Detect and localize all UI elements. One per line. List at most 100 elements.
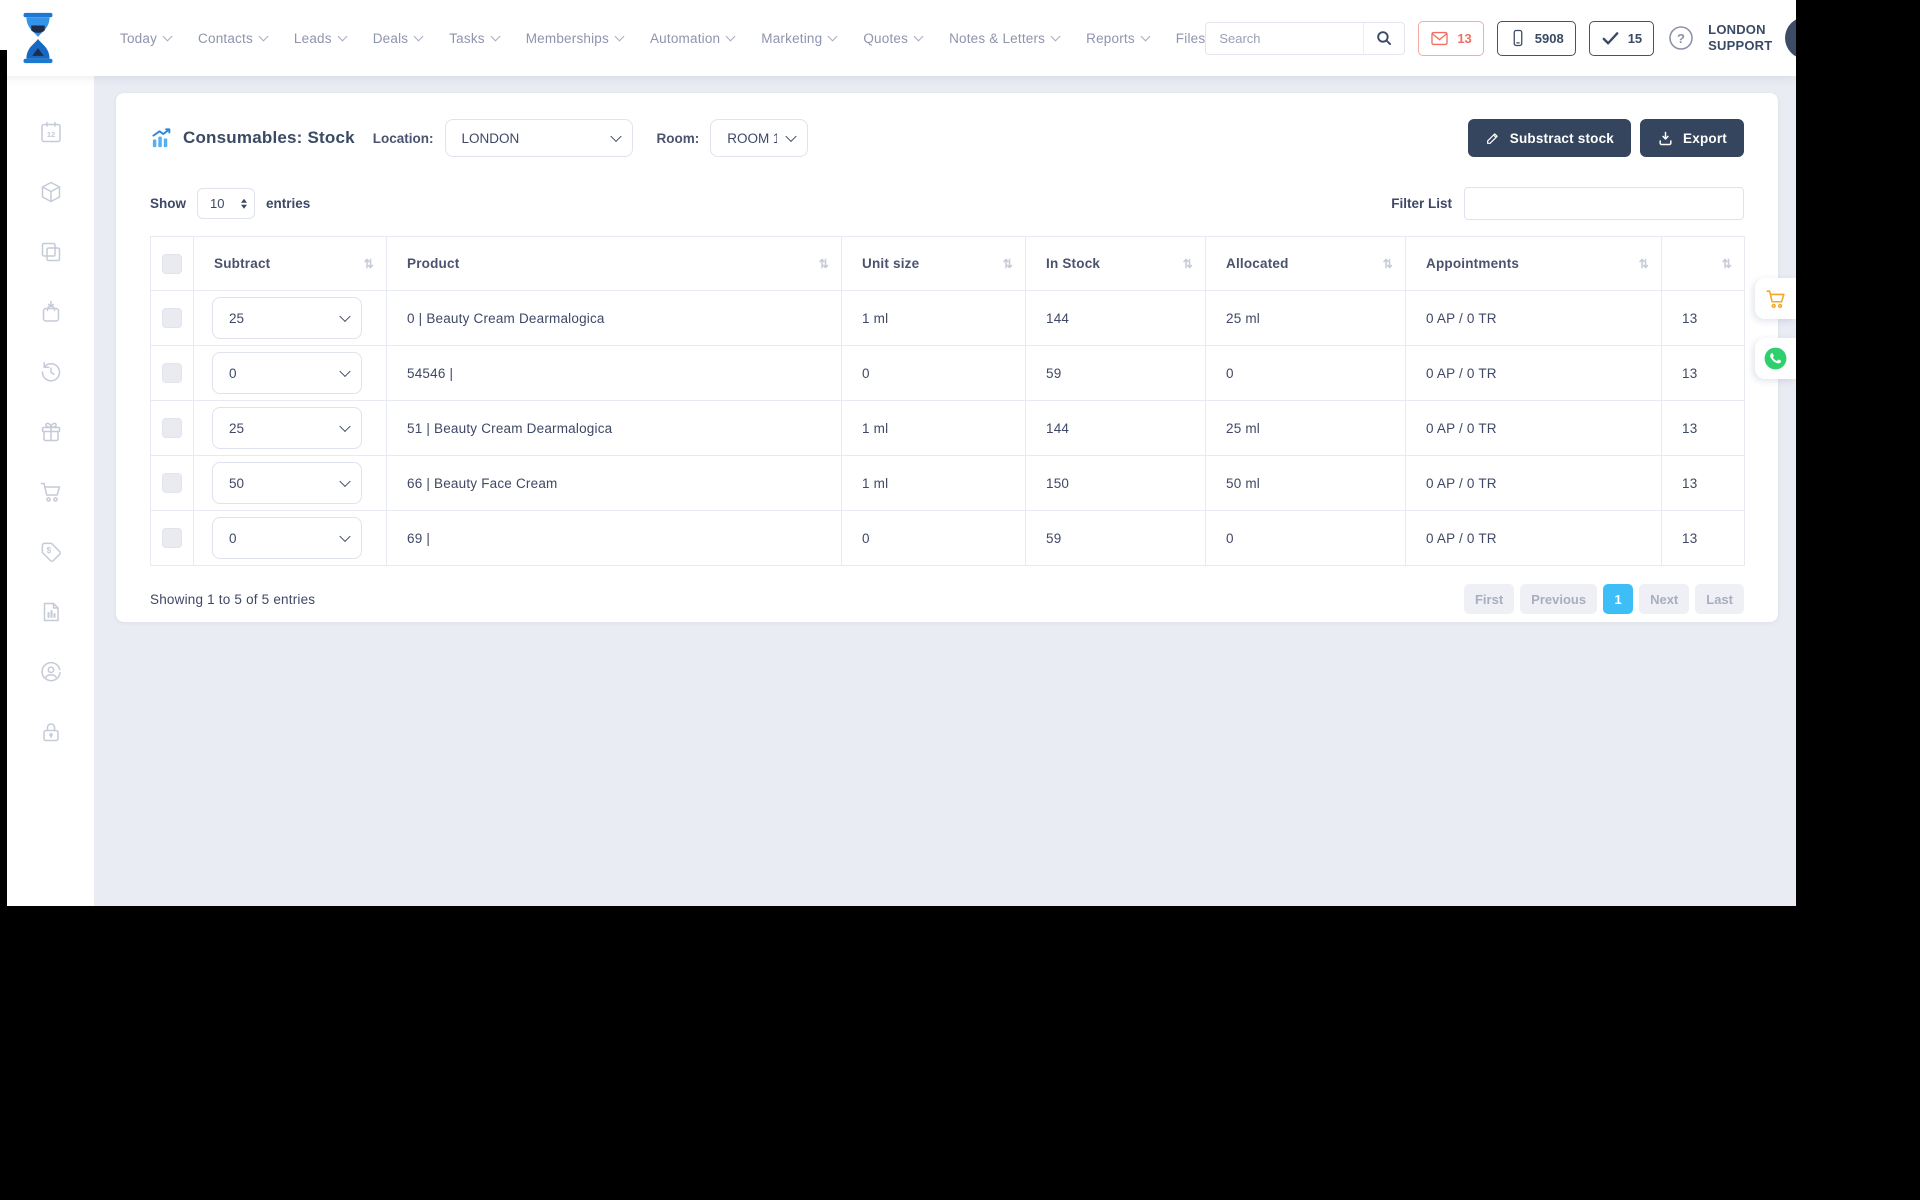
sidebar-item-security[interactable] — [38, 720, 64, 744]
topbar-right: 13 5908 15 ? LONDON — [1205, 17, 1796, 59]
pagination-next[interactable]: Next — [1639, 584, 1690, 614]
subtract-select[interactable]: 0 — [212, 517, 362, 559]
page-title: Consumables: Stock — [183, 128, 355, 147]
phone-badge[interactable]: 5908 — [1496, 20, 1576, 56]
sidebar-item-reports[interactable] — [38, 600, 64, 624]
search-input[interactable] — [1206, 30, 1364, 46]
subtract-select[interactable]: 50 — [212, 462, 362, 504]
lock-icon — [42, 723, 59, 742]
col-extra[interactable] — [1661, 236, 1745, 291]
user-icon — [1793, 25, 1796, 51]
nav-today[interactable]: Today — [120, 31, 173, 46]
col-appointments[interactable]: Appointments — [1405, 236, 1662, 291]
user-name: LONDON SUPPORT — [1708, 22, 1773, 53]
account-icon — [40, 661, 61, 682]
allocated-cell: 25 ml — [1205, 290, 1406, 346]
nav-memberships[interactable]: Memberships — [526, 31, 625, 46]
sidebar-item-orders[interactable] — [38, 300, 64, 324]
bag-download-icon — [42, 300, 59, 322]
cart-icon — [40, 482, 60, 502]
subtract-select[interactable]: 0 — [212, 352, 362, 394]
row-checkbox[interactable] — [162, 528, 182, 548]
row-checkbox[interactable] — [162, 473, 182, 493]
allocated-cell: 0 — [1205, 510, 1406, 566]
pagination-previous[interactable]: Previous — [1520, 584, 1598, 614]
nav-marketing[interactable]: Marketing — [761, 31, 838, 46]
table-row: 25 51 | Beauty Cream Dearmalogica 1 ml 1… — [150, 400, 1745, 456]
entries-label: entries — [266, 196, 311, 211]
appointments-cell: 0 AP / 0 TR — [1405, 345, 1662, 401]
screen-edge-strip — [0, 50, 7, 906]
col-allocated[interactable]: Allocated — [1205, 236, 1406, 291]
gift-icon — [41, 422, 60, 442]
product-cell: 69 | — [386, 510, 842, 566]
product-cell: 54546 | — [386, 345, 842, 401]
nav-tasks[interactable]: Tasks — [449, 31, 501, 46]
mail-badge[interactable]: 13 — [1418, 20, 1484, 56]
show-label: Show — [150, 196, 186, 211]
row-checkbox[interactable] — [162, 308, 182, 328]
header-actions: Substract stock Export — [1467, 119, 1744, 157]
sidebar-item-account[interactable] — [38, 660, 64, 684]
sidebar-item-history[interactable] — [38, 360, 64, 384]
sidebar-item-cart[interactable] — [38, 480, 64, 504]
list-controls: Show 10 entries Filter List — [150, 187, 1744, 220]
nav-deals[interactable]: Deals — [373, 31, 424, 46]
floating-whatsapp-button[interactable] — [1755, 338, 1796, 379]
app-logo[interactable] — [18, 11, 58, 65]
chevron-down-icon — [413, 31, 424, 42]
chevron-down-icon — [725, 31, 736, 42]
tasks-badge[interactable]: 15 — [1588, 20, 1655, 56]
sidebar-item-duplicates[interactable] — [38, 240, 64, 264]
filter-input[interactable] — [1464, 187, 1744, 220]
help-button[interactable]: ? — [1667, 24, 1695, 52]
chevron-down-icon — [490, 31, 501, 42]
nav-quotes[interactable]: Quotes — [863, 31, 924, 46]
page-length-select[interactable]: 10 — [197, 188, 255, 219]
nav-files[interactable]: Files — [1176, 31, 1206, 46]
unit-size-cell: 0 — [841, 345, 1026, 401]
chevron-down-icon — [162, 31, 173, 42]
app-window: Today Contacts Leads Deals Tasks Members… — [0, 0, 1796, 906]
unit-size-cell: 1 ml — [841, 290, 1026, 346]
pagination-page-1[interactable]: 1 — [1603, 584, 1634, 614]
in-stock-cell: 144 — [1025, 290, 1206, 346]
hourglass-logo-icon — [23, 12, 53, 64]
col-subtract[interactable]: Subtract — [193, 236, 387, 291]
pencil-icon — [1486, 133, 1498, 144]
svg-text:$: $ — [46, 546, 51, 555]
nav-reports[interactable]: Reports — [1086, 31, 1151, 46]
select-all-checkbox[interactable] — [162, 253, 182, 274]
chevron-down-icon — [827, 31, 838, 42]
in-stock-cell: 144 — [1025, 400, 1206, 456]
sidebar-item-products[interactable] — [38, 180, 64, 204]
row-checkbox[interactable] — [162, 418, 182, 438]
chevron-down-icon — [913, 31, 924, 42]
col-product[interactable]: Product — [386, 236, 842, 291]
card-header: Consumables: Stock Location: LONDON Room… — [150, 93, 1744, 175]
search-icon[interactable] — [1363, 22, 1404, 54]
nav-notes-letters[interactable]: Notes & Letters — [949, 31, 1061, 46]
floating-cart-button[interactable] — [1755, 278, 1796, 319]
nav-leads[interactable]: Leads — [294, 31, 348, 46]
sidebar-item-calendar[interactable]: 12 — [38, 120, 64, 144]
export-button[interactable]: Export — [1640, 119, 1744, 157]
subtract-select[interactable]: 25 — [212, 297, 362, 339]
nav-automation[interactable]: Automation — [650, 31, 736, 46]
col-in-stock[interactable]: In Stock — [1025, 236, 1206, 291]
row-checkbox[interactable] — [162, 363, 182, 383]
pagination-last[interactable]: Last — [1695, 584, 1744, 614]
location-select[interactable]: LONDON — [444, 119, 633, 157]
avatar[interactable] — [1785, 17, 1796, 59]
in-stock-cell: 59 — [1025, 510, 1206, 566]
subtract-stock-button[interactable]: Substract stock — [1467, 119, 1632, 157]
sidebar-item-pricing[interactable]: $ — [38, 540, 64, 564]
extra-cell: 13 — [1661, 510, 1745, 566]
nav-contacts[interactable]: Contacts — [198, 31, 269, 46]
sidebar-item-gifts[interactable] — [38, 420, 64, 444]
pagination-first[interactable]: First — [1463, 584, 1515, 614]
sort-icon — [364, 258, 374, 270]
col-unit-size[interactable]: Unit size — [841, 236, 1026, 291]
subtract-select[interactable]: 25 — [212, 407, 362, 449]
room-select[interactable]: ROOM 1 — [710, 119, 809, 157]
